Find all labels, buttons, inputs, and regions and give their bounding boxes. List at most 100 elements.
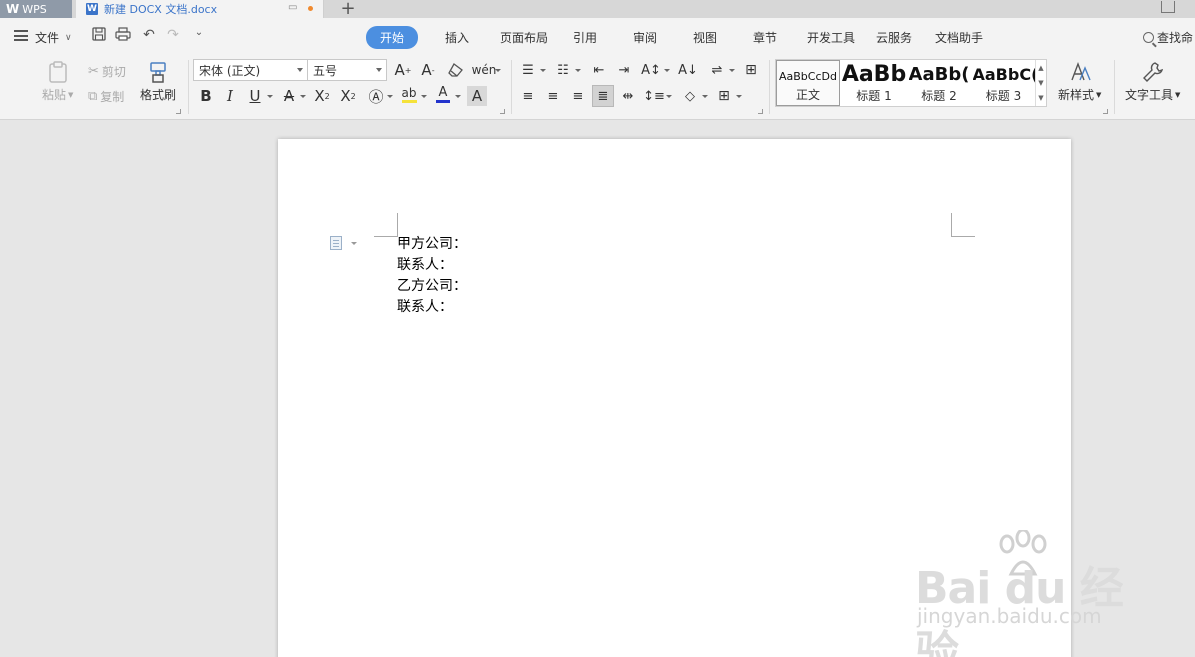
- document-line[interactable]: 甲方公司：: [397, 234, 467, 255]
- wps-logo-icon: W: [6, 2, 19, 16]
- distributed-align-icon[interactable]: ⇹: [618, 86, 638, 106]
- document-tab-title: 新建 DOCX 文档.docx: [104, 3, 218, 16]
- grow-font-icon[interactable]: A +: [393, 60, 413, 80]
- justify-icon[interactable]: ≣: [592, 85, 614, 107]
- subscript-icon[interactable]: X2: [338, 86, 358, 106]
- expand-icon[interactable]: ▼: [1038, 94, 1043, 102]
- bold-icon[interactable]: B: [196, 86, 216, 106]
- highlight-icon[interactable]: ab: [399, 84, 419, 104]
- text-tools-button[interactable]: 文字工具 ▼: [1125, 60, 1180, 103]
- chevron-down-icon[interactable]: [300, 95, 306, 98]
- new-style-icon: [1071, 62, 1091, 81]
- chevron-down-icon[interactable]: [267, 95, 273, 98]
- styles-launcher-icon[interactable]: [1103, 109, 1108, 114]
- file-menu[interactable]: 文件 ∨: [35, 29, 72, 46]
- chevron-up-icon[interactable]: ▲: [1038, 64, 1043, 72]
- document-line[interactable]: 联系人：: [397, 255, 467, 276]
- paragraph-handle-icon[interactable]: [330, 236, 342, 250]
- tab-view[interactable]: 视图: [675, 26, 735, 49]
- shrink-font-icon[interactable]: A-: [418, 60, 438, 80]
- align-right-icon[interactable]: ≡: [568, 86, 588, 106]
- chevron-down-icon[interactable]: [736, 95, 742, 98]
- margin-marker: [374, 213, 398, 237]
- text-effect-icon[interactable]: Ⓐ: [366, 86, 386, 106]
- decrease-indent-icon[interactable]: ⇤: [589, 60, 609, 80]
- strikethrough-icon[interactable]: A: [279, 86, 299, 106]
- increase-indent-icon[interactable]: ⇥: [614, 60, 634, 80]
- document-tab[interactable]: W 新建 DOCX 文档.docx ▭: [76, 0, 324, 18]
- style-label: 正文: [795, 88, 820, 102]
- save-icon[interactable]: [90, 27, 108, 45]
- undo-icon[interactable]: ↶: [140, 27, 158, 43]
- line-spacing-icon[interactable]: ↕≡: [643, 86, 665, 106]
- bullet-list-icon[interactable]: ☰: [518, 60, 538, 80]
- paste-button[interactable]: 粘贴 ▼: [42, 60, 73, 103]
- new-tab-button[interactable]: +: [338, 0, 358, 19]
- italic-icon[interactable]: I: [220, 86, 240, 106]
- align-left-icon[interactable]: ≡: [518, 86, 538, 106]
- show-marks-icon[interactable]: ⇌: [707, 60, 727, 80]
- tab-cloud-service[interactable]: 云服务: [867, 26, 921, 49]
- window-layout-icon[interactable]: [1161, 1, 1175, 13]
- chevron-down-icon[interactable]: [666, 95, 672, 98]
- underline-icon[interactable]: U: [245, 86, 265, 106]
- menu-icon[interactable]: [14, 30, 28, 41]
- wps-home-tab[interactable]: W WPS: [0, 0, 72, 18]
- chevron-down-icon[interactable]: [575, 69, 581, 72]
- clear-format-icon[interactable]: [446, 60, 466, 80]
- print-icon[interactable]: [114, 27, 132, 45]
- tab-doc-assistant[interactable]: 文档助手: [921, 26, 997, 49]
- tab-references[interactable]: 引用: [555, 26, 615, 49]
- tab-home[interactable]: 开始: [366, 26, 418, 49]
- align-center-icon[interactable]: ≡: [543, 86, 563, 106]
- borders-icon[interactable]: ⊞: [714, 86, 734, 106]
- font-launcher-icon[interactable]: [500, 109, 505, 114]
- customize-toolbar-icon[interactable]: ⌄: [190, 27, 208, 38]
- pin-icon[interactable]: ▭: [288, 2, 300, 14]
- table-grid-icon[interactable]: ⊞: [741, 60, 761, 80]
- search-command[interactable]: 查找命: [1143, 29, 1193, 46]
- document-line[interactable]: 联系人：: [397, 297, 467, 318]
- chevron-down-icon[interactable]: [729, 69, 735, 72]
- chevron-down-icon[interactable]: [664, 69, 670, 72]
- redo-icon[interactable]: ↷: [164, 27, 182, 43]
- numbered-list-icon[interactable]: ☷: [553, 60, 573, 80]
- font-color-icon[interactable]: A: [433, 84, 453, 104]
- new-style-button[interactable]: 新样式 ▼: [1058, 60, 1101, 103]
- chevron-down-icon[interactable]: [421, 95, 427, 98]
- chevron-down-icon[interactable]: [540, 69, 546, 72]
- shading-icon[interactable]: ◇: [680, 86, 700, 106]
- copy-button[interactable]: ⧉ 复制: [88, 88, 124, 105]
- tab-insert[interactable]: 插入: [421, 26, 493, 49]
- character-shading-icon[interactable]: A: [467, 86, 487, 106]
- styles-scrollbar[interactable]: ▲ ▼ ▼: [1035, 60, 1046, 106]
- font-size-value: 五号: [313, 63, 338, 78]
- style-heading-2[interactable]: AaBb( 标题 2: [907, 60, 971, 106]
- style-normal[interactable]: AaBbCcDd 正文: [776, 60, 840, 106]
- sort-icon[interactable]: A↓: [678, 60, 698, 80]
- document-body[interactable]: 甲方公司： 联系人： 乙方公司： 联系人：: [397, 234, 467, 318]
- phonetic-guide-icon[interactable]: wén: [472, 60, 497, 80]
- tab-developer[interactable]: 开发工具: [795, 26, 867, 49]
- unsaved-indicator-icon[interactable]: [308, 6, 313, 11]
- tab-review[interactable]: 审阅: [615, 26, 675, 49]
- chevron-down-icon[interactable]: [702, 95, 708, 98]
- chevron-down-icon[interactable]: [351, 242, 357, 245]
- change-case-icon[interactable]: A↕: [641, 60, 661, 80]
- chevron-down-icon[interactable]: [495, 69, 501, 72]
- document-line[interactable]: 乙方公司：: [397, 276, 467, 297]
- tab-chapter[interactable]: 章节: [735, 26, 795, 49]
- tab-page-layout[interactable]: 页面布局: [493, 26, 555, 49]
- chevron-down-icon[interactable]: [387, 95, 393, 98]
- paragraph-launcher-icon[interactable]: [758, 109, 763, 114]
- clipboard-launcher-icon[interactable]: [176, 109, 181, 114]
- chevron-down-icon[interactable]: ▼: [1038, 79, 1043, 87]
- font-name-select[interactable]: 宋体 (正文): [193, 59, 308, 81]
- format-painter-button[interactable]: 格式刷: [140, 60, 176, 103]
- superscript-icon[interactable]: X2: [312, 86, 332, 106]
- cut-button[interactable]: ✂ 剪切: [88, 63, 126, 80]
- style-heading-3[interactable]: AaBbC( 标题 3: [972, 60, 1035, 106]
- style-heading-1[interactable]: AaBb 标题 1: [842, 60, 906, 106]
- chevron-down-icon[interactable]: [455, 95, 461, 98]
- font-size-select[interactable]: 五号: [307, 59, 387, 81]
